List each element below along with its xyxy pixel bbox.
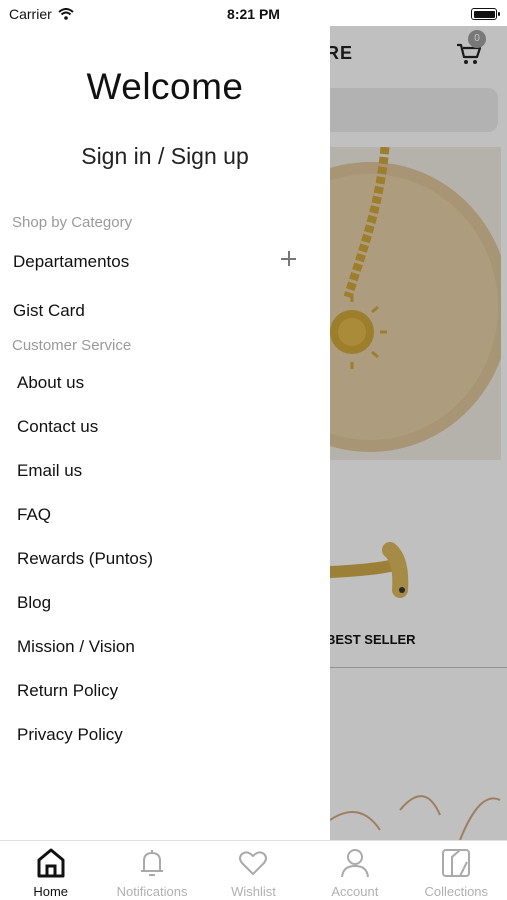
menu-item-blog[interactable]: Blog (17, 593, 51, 613)
tab-home[interactable]: Home (0, 841, 101, 900)
menu-item-return-policy[interactable]: Return Policy (17, 681, 118, 701)
tab-label: Wishlist (231, 884, 276, 899)
signin-link[interactable]: Sign in / Sign up (0, 143, 330, 170)
welcome-heading: Welcome (86, 66, 244, 107)
bell-icon (141, 850, 164, 876)
menu-item-about-us[interactable]: About us (17, 373, 84, 393)
side-drawer: Welcome Sign in / Sign up Shop by Catego… (0, 0, 330, 840)
customer-service-label: Customer Service (12, 337, 132, 354)
menu-item-privacy-policy[interactable]: Privacy Policy (17, 725, 123, 745)
tab-label: Notifications (116, 884, 188, 899)
collections-icon (442, 849, 471, 877)
menu-item-contact-us[interactable]: Contact us (17, 417, 98, 437)
tab-account[interactable]: Account (304, 841, 405, 900)
menu-item-departamentos[interactable]: Departamentos (13, 252, 129, 272)
tab-wishlist[interactable]: Wishlist (203, 841, 304, 900)
home-icon (37, 848, 65, 878)
tab-label: Collections (424, 884, 489, 899)
status-time: 8:21 PM (227, 6, 280, 22)
person-icon (340, 849, 369, 878)
tab-label: Home (33, 884, 69, 899)
menu-item-faq[interactable]: FAQ (17, 505, 51, 525)
tab-notifications[interactable]: Notifications (101, 841, 202, 900)
status-bar: Carrier 8:21 PM (0, 0, 507, 28)
tab-bar: Home Notifications Wishlist Account Coll… (0, 840, 507, 900)
shop-by-category-label: Shop by Category (12, 214, 133, 231)
menu-item-mission-vision[interactable]: Mission / Vision (17, 637, 135, 657)
battery-icon (471, 8, 500, 20)
dim-overlay[interactable] (330, 0, 507, 840)
tab-label: Account (331, 884, 379, 899)
expand-plus-icon[interactable] (279, 249, 299, 269)
menu-item-gift-card[interactable]: Gist Card (13, 301, 85, 321)
background-app: RE 0 BEST SELLER (330, 0, 507, 840)
tab-collections[interactable]: Collections (406, 841, 507, 900)
menu-item-rewards[interactable]: Rewards (Puntos) (17, 549, 153, 569)
menu-item-email-us[interactable]: Email us (17, 461, 82, 481)
heart-icon (239, 851, 268, 875)
